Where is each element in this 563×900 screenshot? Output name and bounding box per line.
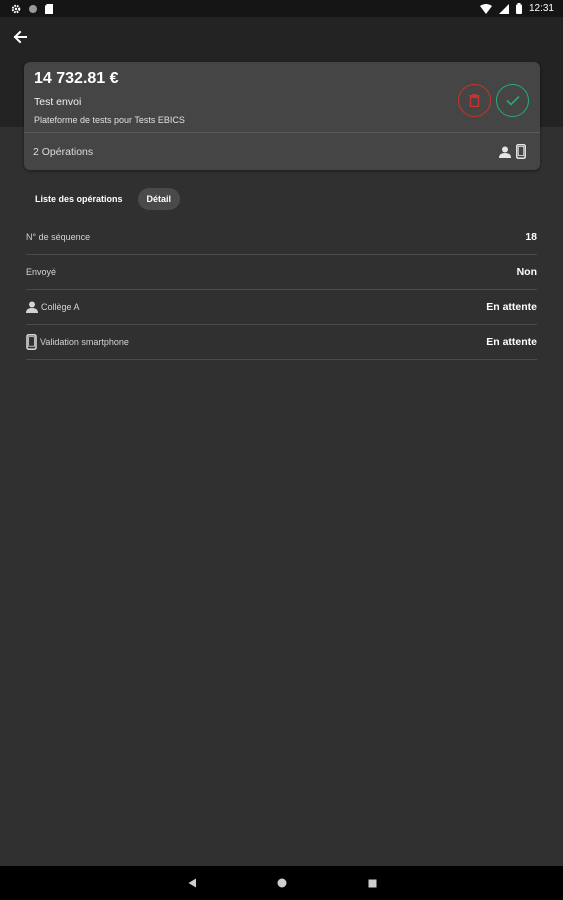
detail-value: 18 (525, 231, 537, 243)
back-triangle-icon (188, 878, 196, 888)
detail-label: N° de séquence (26, 232, 91, 242)
detail-label: Validation smartphone (40, 337, 129, 347)
system-nav-bar (0, 866, 563, 900)
remittance-title: Test envoi (34, 96, 82, 108)
status-time: 12:31 (528, 3, 554, 14)
tab-detail[interactable]: Détail (137, 188, 181, 210)
arrow-left-icon (13, 30, 27, 44)
smartphone-icon (516, 144, 526, 159)
card-divider (24, 132, 540, 133)
wifi-icon (479, 3, 492, 14)
nav-back-button[interactable] (183, 874, 201, 892)
remittance-card[interactable]: 14 732.81 € Test envoi Plateforme de tes… (24, 62, 540, 170)
person-icon (499, 146, 511, 158)
check-icon (505, 95, 520, 106)
recents-square-icon (368, 879, 376, 887)
nav-home-button[interactable] (273, 874, 291, 892)
detail-row-college: Collège A En attente (26, 290, 537, 325)
trash-icon (469, 94, 480, 107)
remittance-subtitle: Plateforme de tests pour Tests EBICS (34, 115, 185, 125)
detail-value: En attente (486, 336, 537, 348)
home-circle-icon (277, 878, 287, 888)
circle-icon (29, 4, 37, 13)
detail-value: En attente (486, 301, 537, 313)
detail-row-sent: Envoyé Non (26, 255, 537, 290)
back-button[interactable] (9, 26, 31, 48)
detail-row-smartphone: Validation smartphone En attente (26, 325, 537, 360)
detail-row-sequence: N° de séquence 18 (26, 220, 537, 255)
nav-recents-button[interactable] (363, 874, 381, 892)
status-right-icons: 12:31 (479, 3, 554, 14)
delete-button[interactable] (458, 84, 491, 117)
detail-list: N° de séquence 18 Envoyé Non Collège A E… (26, 220, 537, 360)
operations-count: 2 Opérations (33, 146, 94, 158)
smartphone-icon (26, 334, 37, 350)
person-icon (26, 301, 38, 313)
validate-button[interactable] (496, 84, 529, 117)
status-bar: 12:31 (0, 0, 563, 17)
signal-icon (498, 3, 509, 14)
remittance-amount: 14 732.81 € (34, 70, 119, 87)
detail-label-group: Collège A (26, 301, 80, 313)
status-left-icons (11, 3, 53, 14)
detail-value: Non (516, 266, 537, 278)
detail-label-group: Validation smartphone (26, 334, 129, 350)
sd-card-icon (45, 3, 53, 14)
detail-label: Envoyé (26, 267, 57, 277)
gear-icon (11, 4, 21, 13)
signature-status-icons (499, 144, 526, 159)
tab-bar: Liste des opérations Détail (26, 188, 181, 210)
battery-icon (515, 3, 522, 14)
tab-operations-list[interactable]: Liste des opérations (26, 188, 132, 210)
detail-label: Collège A (41, 302, 80, 312)
